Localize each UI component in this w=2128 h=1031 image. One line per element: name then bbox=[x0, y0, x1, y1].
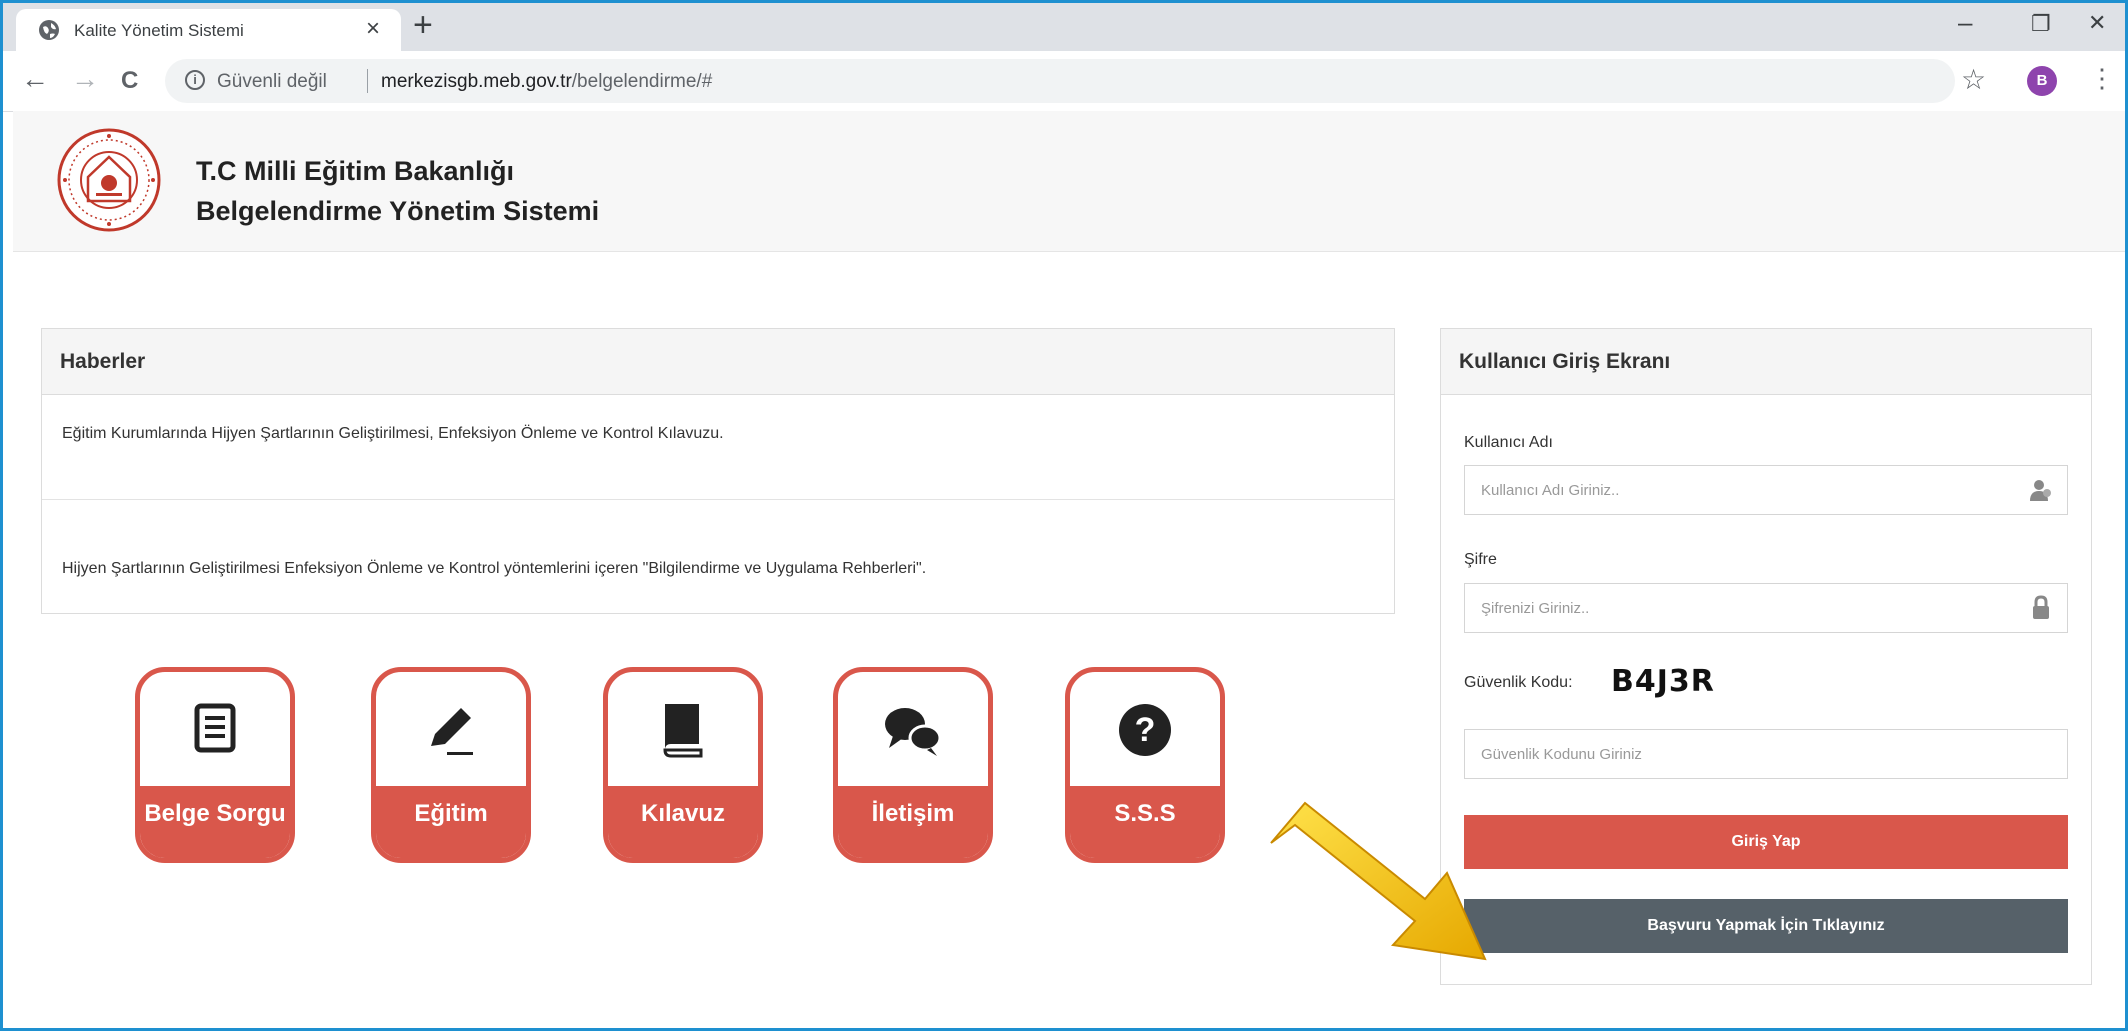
restore-icon[interactable]: ❐ bbox=[2031, 11, 2051, 37]
url-host: merkezisgb.meb.gov.tr bbox=[381, 71, 572, 92]
back-arrow-icon[interactable]: ← bbox=[21, 63, 49, 95]
profile-avatar[interactable]: B bbox=[2027, 66, 2057, 96]
tile-label: İletişim bbox=[838, 786, 988, 858]
url-text[interactable]: merkezisgb.meb.gov.tr/belgelendirme/# bbox=[381, 71, 712, 93]
bookmark-star-icon[interactable]: ☆ bbox=[1961, 63, 1986, 96]
username-label: Kullanıcı Adı bbox=[1464, 434, 1553, 451]
pencil-icon bbox=[376, 700, 526, 766]
security-code-input[interactable] bbox=[1464, 729, 2068, 779]
book-icon bbox=[608, 700, 758, 766]
tile-kilavuz[interactable]: Kılavuz bbox=[603, 667, 763, 863]
address-separator bbox=[367, 69, 368, 93]
news-panel: Haberler Eğitim Kurumlarında Hijyen Şart… bbox=[41, 328, 1395, 614]
user-icon bbox=[2030, 480, 2051, 501]
security-code-label: Güvenlik Kodu: bbox=[1464, 674, 1573, 691]
browser-tab[interactable]: Kalite Yönetim Sistemi × bbox=[16, 9, 401, 51]
news-item-text[interactable]: Hijyen Şartlarının Geliştirilmesi Enfeks… bbox=[62, 560, 926, 578]
globe-icon bbox=[39, 20, 59, 40]
document-icon bbox=[140, 700, 290, 766]
tab-strip: Kalite Yönetim Sistemi × + – ❐ ✕ bbox=[3, 3, 2125, 51]
site-title-line2: Belgelendirme Yönetim Sistemi bbox=[196, 196, 600, 226]
tile-label: Belge Sorgu bbox=[140, 786, 290, 858]
browser-toolbar: ← → C i Güvenli değil merkezisgb.meb.gov… bbox=[3, 51, 2125, 112]
news-item[interactable]: Hijyen Şartlarının Geliştirilmesi Enfeks… bbox=[42, 500, 1394, 604]
news-heading: Haberler bbox=[42, 329, 1394, 395]
password-input[interactable] bbox=[1464, 583, 2068, 633]
callout-arrow bbox=[1270, 801, 1487, 961]
tile-sss[interactable]: ? S.S.S bbox=[1065, 667, 1225, 863]
tab-title: Kalite Yönetim Sistemi bbox=[74, 21, 244, 40]
question-icon: ? bbox=[1070, 700, 1220, 766]
site-title-line1: T.C Milli Eğitim Bakanlığı bbox=[196, 156, 515, 186]
url-path: /belgelendirme/# bbox=[571, 71, 713, 92]
login-heading: Kullanıcı Giriş Ekranı bbox=[1441, 329, 2091, 395]
reload-icon[interactable]: C bbox=[121, 65, 138, 97]
username-input[interactable] bbox=[1464, 465, 2068, 515]
security-status[interactable]: Güvenli değil bbox=[217, 71, 327, 93]
tile-belge-sorgu[interactable]: Belge Sorgu bbox=[135, 667, 295, 863]
svg-text:?: ? bbox=[1135, 711, 1156, 749]
tile-iletisim[interactable]: İletişim bbox=[833, 667, 993, 863]
apply-button[interactable]: Başvuru Yapmak İçin Tıklayınız bbox=[1464, 899, 2068, 953]
tile-label: S.S.S bbox=[1070, 786, 1220, 858]
tile-label: Kılavuz bbox=[608, 786, 758, 858]
new-tab-button[interactable]: + bbox=[413, 7, 433, 43]
tile-label: Eğitim bbox=[376, 786, 526, 858]
login-panel: Kullanıcı Giriş Ekranı Kullanıcı Adı Şif… bbox=[1440, 328, 2092, 985]
address-bar[interactable]: i Güvenli değil merkezisgb.meb.gov.tr/be… bbox=[165, 59, 1955, 103]
security-code-image: B4J3R bbox=[1611, 664, 1715, 699]
site-title: T.C Milli Eğitim Bakanlığı Belgelendirme… bbox=[196, 151, 599, 231]
menu-dots-icon[interactable]: ⋮ bbox=[2089, 63, 2115, 93]
close-window-icon[interactable]: ✕ bbox=[2088, 10, 2106, 36]
browser-window: Kalite Yönetim Sistemi × + – ❐ ✕ ← → C i… bbox=[3, 3, 2125, 1028]
news-item-text[interactable]: Eğitim Kurumlarında Hijyen Şartlarının G… bbox=[62, 425, 724, 443]
site-header: T.C Milli Eğitim Bakanlığı Belgelendirme… bbox=[13, 111, 2125, 252]
minimize-icon[interactable]: – bbox=[1958, 7, 1972, 38]
chat-icon bbox=[838, 700, 988, 766]
password-label: Şifre bbox=[1464, 551, 1497, 568]
news-item[interactable]: Eğitim Kurumlarında Hijyen Şartlarının G… bbox=[42, 395, 1394, 500]
forward-arrow-icon[interactable]: → bbox=[71, 63, 99, 95]
ministry-logo[interactable] bbox=[56, 127, 162, 233]
info-icon[interactable]: i bbox=[185, 70, 205, 90]
lock-icon bbox=[2033, 595, 2049, 619]
tab-close-icon[interactable]: × bbox=[366, 16, 380, 42]
tile-egitim[interactable]: Eğitim bbox=[371, 667, 531, 863]
login-button[interactable]: Giriş Yap bbox=[1464, 815, 2068, 869]
